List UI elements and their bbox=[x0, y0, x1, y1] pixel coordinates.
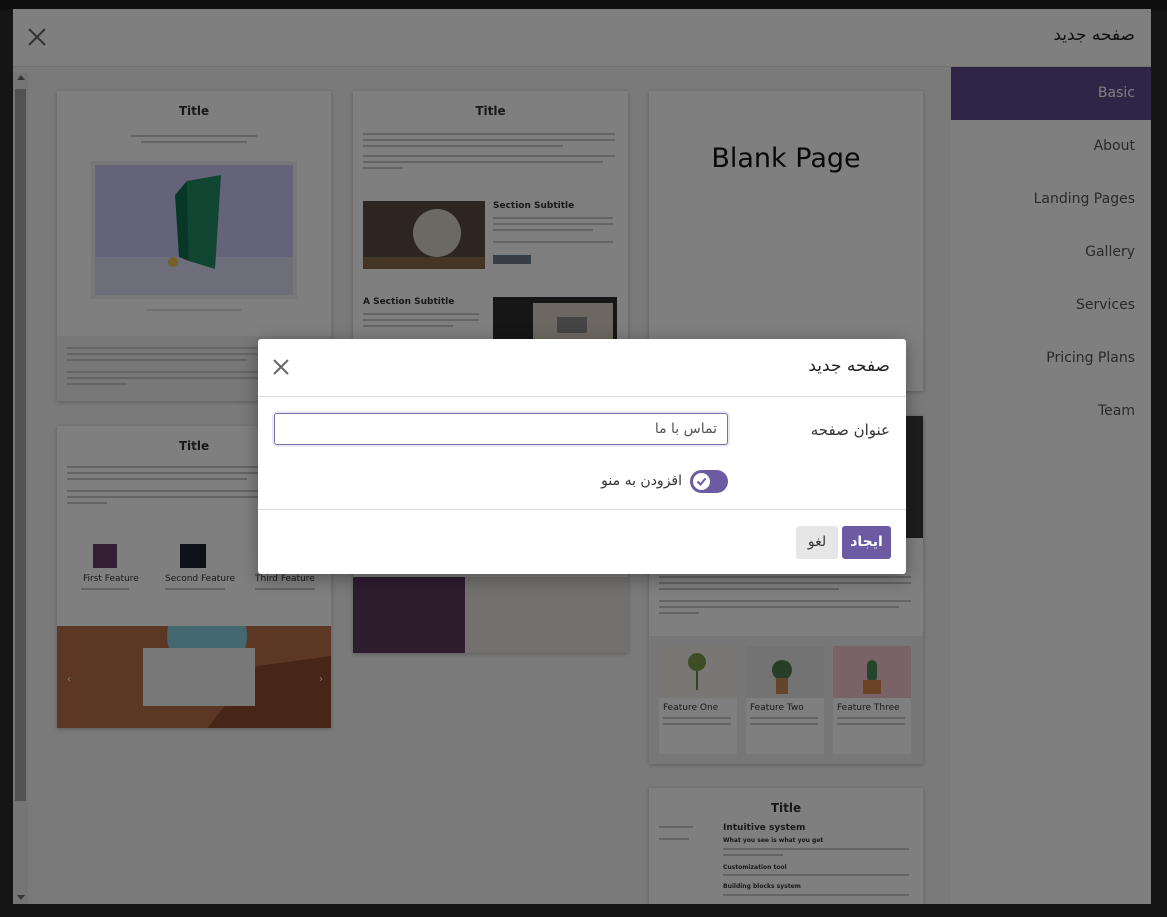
a-section-subtitle: A Section Subtitle bbox=[363, 297, 455, 307]
blank-page-title: Blank Page bbox=[711, 143, 861, 174]
modal-header: صفحه جدید bbox=[13, 9, 1151, 67]
template-subheading: Customization tool bbox=[723, 864, 787, 871]
check-icon bbox=[693, 473, 710, 490]
page-title-label: عنوان صفحه bbox=[810, 421, 890, 439]
feature-label: Feature Two bbox=[750, 703, 804, 713]
create-button[interactable]: ایجاد bbox=[842, 526, 891, 559]
feature-image bbox=[833, 646, 911, 698]
template-title: Title bbox=[475, 104, 506, 118]
feature-label: Third Feature bbox=[255, 574, 315, 584]
feature-label: Feature One bbox=[663, 703, 719, 713]
add-to-menu-toggle[interactable] bbox=[690, 470, 728, 493]
testimonial-image: ‹ › bbox=[57, 596, 331, 728]
cancel-button[interactable]: لغو bbox=[796, 526, 838, 559]
template-image bbox=[91, 161, 297, 299]
section-subtitle: Section Subtitle bbox=[493, 201, 575, 211]
close-icon[interactable] bbox=[25, 25, 49, 49]
sidebar-item-landing-pages[interactable]: Landing Pages bbox=[951, 173, 1151, 226]
dialog-title: صفحه جدید bbox=[808, 356, 890, 376]
feature-label: First Feature bbox=[83, 574, 139, 584]
sidebar-item-gallery[interactable]: Gallery bbox=[951, 226, 1151, 279]
svg-text:‹: ‹ bbox=[67, 674, 71, 685]
scroll-thumb[interactable] bbox=[15, 89, 26, 801]
close-icon[interactable] bbox=[270, 356, 292, 378]
feature-label: Second Feature bbox=[165, 574, 235, 584]
sidebar-item-basic[interactable]: Basic bbox=[951, 67, 1151, 120]
scroll-down-arrow-icon[interactable] bbox=[17, 895, 25, 900]
new-page-dialog: صفحه جدید عنوان صفحه افزودن به منو ایجاد… bbox=[258, 339, 906, 574]
scroll-up-arrow-icon[interactable] bbox=[17, 75, 25, 80]
template-heading: Intuitive system bbox=[723, 823, 806, 833]
add-to-menu-label: افزودن به منو bbox=[601, 473, 682, 489]
template-subheading: Building blocks system bbox=[723, 883, 801, 890]
feature-label: Feature Three bbox=[837, 703, 900, 713]
sidebar-item-pricing-plans[interactable]: Pricing Plans bbox=[951, 332, 1151, 385]
page-title-input[interactable] bbox=[274, 413, 728, 445]
template-card-intuitive[interactable]: Title Intuitive system What you see is w… bbox=[649, 788, 923, 904]
dialog-header: صفحه جدید bbox=[258, 339, 906, 397]
modal-title: صفحه جدید bbox=[1053, 25, 1135, 45]
template-title: Title bbox=[178, 104, 210, 118]
feature-image bbox=[659, 646, 737, 698]
template-subheading: What you see is what you get bbox=[723, 837, 824, 844]
sidebar-item-team[interactable]: Team bbox=[951, 385, 1151, 438]
sidebar-item-about[interactable]: About bbox=[951, 120, 1151, 173]
category-sidebar: Basic About Landing Pages Gallery Servic… bbox=[951, 67, 1151, 904]
template-title: Title bbox=[770, 801, 802, 815]
sidebar-item-services[interactable]: Services bbox=[951, 279, 1151, 332]
scrollbar[interactable] bbox=[13, 73, 28, 904]
feature-image bbox=[746, 646, 824, 698]
template-image bbox=[363, 201, 485, 269]
svg-text:›: › bbox=[319, 674, 323, 685]
